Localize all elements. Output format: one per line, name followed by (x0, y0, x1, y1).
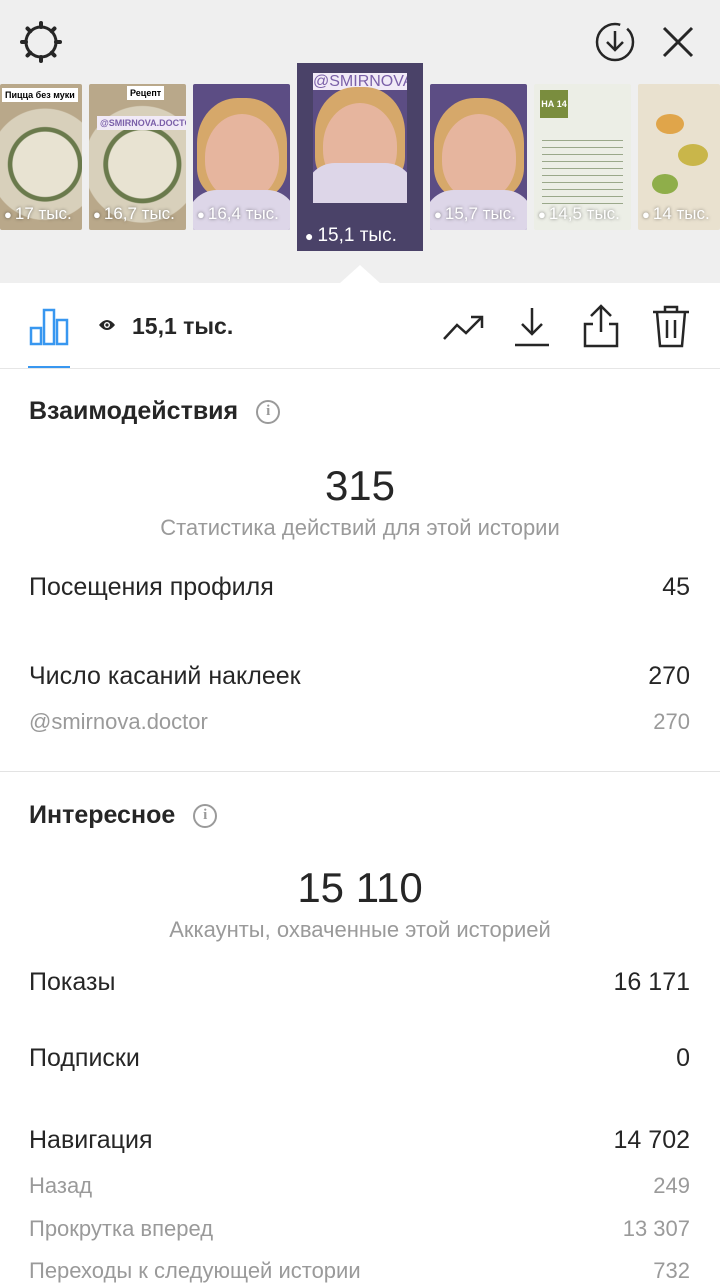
bar-chart-icon[interactable] (28, 305, 70, 347)
thumbnail-views: ● 15,1 тыс. (305, 225, 397, 246)
settings-icon[interactable] (18, 19, 64, 65)
thumbnail-badge: НА 14 (540, 90, 568, 118)
views-summary: 15,1 тыс. (98, 313, 233, 340)
stat-value: 270 (653, 709, 690, 734)
stat-value: 270 (648, 662, 690, 690)
stat-value: 249 (653, 1173, 690, 1198)
thumbnail-views: ● 16,7 тыс. (93, 204, 175, 223)
selected-story-thumbnail[interactable]: @SMIRNOVA.DOCTOR ●15,1 тыс. (297, 63, 423, 251)
eye-icon: ● (93, 206, 101, 222)
active-tab-indicator (28, 366, 70, 368)
stat-label: @smirnova.doctor (29, 709, 208, 734)
download-icon[interactable] (511, 305, 553, 349)
trash-icon[interactable] (649, 303, 693, 349)
stat-row-profile-visits: Посещения профиля 45 (29, 573, 690, 602)
stat-row-follows: Подписки 0 (29, 1044, 690, 1073)
interactions-section-title: Взаимодействия i (29, 397, 281, 426)
selected-pointer (340, 265, 380, 283)
stat-row-forward: Прокрутка вперед 13 307 (29, 1216, 690, 1242)
stat-row-sticker-taps: Число касаний наклеек 270 (29, 662, 690, 691)
trending-up-icon[interactable] (441, 309, 485, 347)
stat-row-impressions: Показы 16 171 (29, 968, 690, 997)
eye-icon: ● (434, 206, 442, 222)
stat-row-navigation: Навигация 14 702 (29, 1126, 690, 1155)
stat-label: Переходы к следующей истории (29, 1258, 361, 1283)
share-icon[interactable] (579, 303, 623, 349)
stat-label: Показы (29, 968, 116, 996)
eye-icon: ● (305, 228, 314, 244)
story-thumbnail[interactable]: НА 14 ● 14,5 тыс. (534, 84, 631, 230)
eye-icon: ● (642, 206, 650, 222)
save-story-icon[interactable] (593, 20, 637, 64)
stat-value: 14 702 (613, 1126, 690, 1154)
story-thumbnail[interactable]: ● 16,4 тыс. (193, 84, 290, 230)
story-thumbnail[interactable]: ● 14 тыс. (638, 84, 720, 230)
interactions-caption: Статистика действий для этой истории (160, 515, 560, 540)
thumbnail-views: ● 16,4 тыс. (197, 204, 279, 223)
discovery-section-title: Интересное i (29, 801, 218, 830)
stat-label: Прокрутка вперед (29, 1216, 214, 1241)
story-thumbnail[interactable]: Пицца без муки ● 17 тыс. (0, 84, 82, 230)
stat-label: Подписки (29, 1044, 140, 1072)
info-icon[interactable]: i (193, 803, 218, 828)
discovery-caption: Аккаунты, охваченные этой историей (169, 917, 551, 942)
thumbnail-views: ● 15,7 тыс. (434, 204, 516, 223)
views-count: 15,1 тыс. (132, 313, 234, 339)
thumbnail-mention-tag: @SMIRNOVA.DOCTOR (97, 116, 186, 130)
eye-icon: ● (4, 206, 12, 222)
eye-icon (98, 316, 116, 337)
thumbnail-caption: Рецепт (127, 86, 165, 100)
stat-row-next-story: Переходы к следующей истории 732 (29, 1258, 690, 1284)
thumbnail-views: ● 17 тыс. (4, 204, 72, 223)
stat-label: Посещения профиля (29, 573, 274, 601)
info-icon[interactable]: i (256, 399, 281, 424)
stat-row-back: Назад 249 (29, 1173, 690, 1199)
stat-value: 732 (653, 1258, 690, 1283)
eye-icon: ● (538, 206, 546, 222)
discovery-total: 15 110 (297, 864, 423, 911)
stat-value: 45 (662, 573, 690, 601)
thumbnail-views: ● 14 тыс. (642, 204, 710, 223)
interactions-total: 315 (324, 462, 396, 509)
stat-row-mention: @smirnova.doctor 270 (29, 709, 690, 735)
thumbnail-caption: Пицца без муки (2, 88, 78, 102)
stat-label: Навигация (29, 1126, 153, 1154)
stat-label: Число касаний наклеек (29, 662, 301, 690)
stat-value: 13 307 (622, 1216, 690, 1241)
stat-label: Назад (29, 1173, 93, 1198)
eye-icon: ● (197, 206, 205, 222)
close-icon[interactable] (656, 20, 700, 64)
section-title-text: Взаимодействия (29, 397, 239, 425)
story-thumbnail[interactable]: ● 15,7 тыс. (430, 84, 527, 230)
story-thumbnail[interactable]: Рецепт @SMIRNOVA.DOCTOR ●16,7 тыс. (89, 84, 186, 230)
stat-value: 16 171 (613, 968, 690, 996)
section-title-text: Интересное (29, 801, 176, 829)
stat-value: 0 (676, 1044, 690, 1072)
thumbnail-views: ● 14,5 тыс. (538, 204, 620, 223)
section-divider (0, 771, 720, 772)
